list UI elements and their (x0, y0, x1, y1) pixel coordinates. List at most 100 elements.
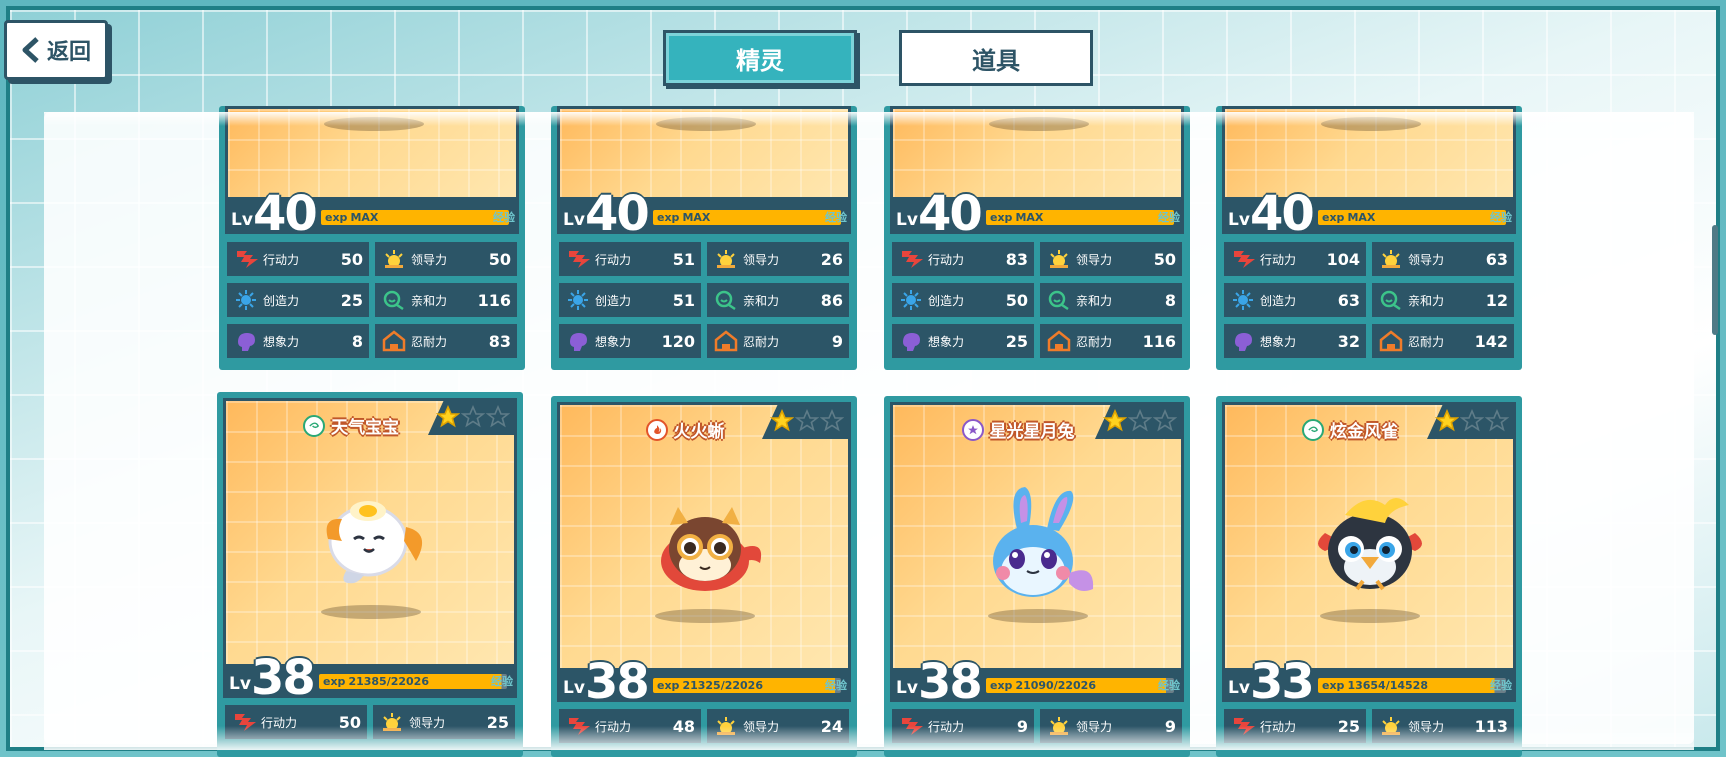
exp-tag: 经验 (825, 679, 847, 692)
leadership-stat-value: 63 (1485, 249, 1508, 269)
tab-items[interactable]: 道具 (899, 30, 1093, 86)
affinity-stat-value: 86 (820, 290, 843, 310)
affinity-stat: 亲和力 86 (707, 283, 849, 317)
exp-prefix: exp (990, 211, 1013, 224)
creature-card[interactable]: 炫金风雀Lv33exp13654/14528经验行动力25领导力113 (1216, 396, 1522, 757)
speed-icon (565, 248, 591, 270)
leadership-stat-label: 领导力 (1408, 252, 1445, 267)
creature-card[interactable]: 火火蜥Lv38exp21325/22026经验行动力48领导力24 (551, 396, 857, 757)
exp-value: MAX (1015, 211, 1044, 224)
imagination-stat-label: 想象力 (928, 334, 965, 349)
level-prefix: Lv (896, 678, 918, 698)
exp-bar: exp MAX (653, 210, 841, 225)
action-stat-label: 行动力 (263, 252, 300, 267)
sun-icon (1378, 248, 1404, 270)
action-stat-value: 50 (340, 249, 363, 269)
creature-card[interactable]: 天气宝宝 Lv 38 exp 21385/22026 经验 行动力 50 领导力 25 (217, 392, 523, 757)
level-prefix: Lv (896, 210, 918, 230)
star-rabbit-sprite (973, 479, 1103, 613)
action-stat-value: 83 (1005, 249, 1028, 269)
tab-spirits[interactable]: 精灵 (663, 30, 857, 86)
exp-prefix: exp (323, 675, 346, 688)
leadership-stat-value: 26 (820, 249, 843, 269)
imagination-stat: 想象力 25 (892, 324, 1034, 358)
exp-value: 21325/22026 (682, 679, 763, 692)
endurance-stat-label: 忍耐力 (411, 334, 448, 349)
imagination-stat: 想象力 8 (227, 324, 369, 358)
imagination-stat-value: 25 (1005, 331, 1028, 351)
leadership-stat: 领导力 26 (707, 242, 849, 276)
endurance-stat-value: 9 (831, 331, 843, 351)
stat-grid: 行动力 83 领导力 50 创造力 50 亲和力 8 想象力 25 忍耐力 116 (892, 242, 1182, 358)
affinity-stat: 亲和力 12 (1372, 283, 1514, 317)
creativity-stat-label: 创造力 (595, 293, 632, 308)
star-empty-icon (819, 408, 845, 437)
back-button[interactable]: 返回 (4, 20, 108, 80)
creativity-stat-value: 25 (340, 290, 363, 310)
creativity-stat-value: 50 (1005, 290, 1028, 310)
affinity-stat-label: 亲和力 (1408, 293, 1445, 308)
endurance-stat-value: 142 (1474, 331, 1508, 351)
brain-icon (1230, 330, 1256, 352)
endurance-stat-value: 83 (488, 331, 511, 351)
exp-value: MAX (350, 211, 379, 224)
star-element-icon (961, 418, 984, 441)
creature-card[interactable]: 星光星月兔Lv38exp21090/22026经验行动力9领导力9 (884, 396, 1190, 757)
level-prefix: Lv (231, 210, 253, 230)
exp-tag: 经验 (825, 211, 847, 224)
level-number: 38 (251, 650, 316, 706)
star-filled-icon (1102, 408, 1128, 437)
shield-icon (381, 330, 407, 352)
imagination-stat-value: 8 (351, 331, 363, 351)
creature-card[interactable]: Lv 40 exp MAX 经验 行动力 83 领导力 50 创造力 50 亲和力 8 想象力 25 忍耐力 1… (884, 106, 1190, 370)
level-bar: Lv 40 exp MAX 经验 (890, 190, 1184, 238)
creature-card[interactable]: Lv 40 exp MAX 经验 行动力 50 领导力 50 创造力 25 亲和力 116 想象力 8 忍耐力… (219, 106, 525, 370)
imagination-stat-value: 120 (661, 331, 695, 351)
star-empty-icon (794, 408, 820, 437)
gold-finch-sprite (1305, 479, 1435, 613)
tab-spirits-label: 精灵 (736, 46, 784, 75)
exp-tag: 经验 (1158, 211, 1180, 224)
creature-name: 星光星月兔 (989, 422, 1075, 442)
fire-lizard-sprite (640, 479, 770, 613)
action-stat-label: 行动力 (595, 252, 632, 267)
brain-icon (898, 330, 924, 352)
exp-value: 21090/22026 (1015, 679, 1096, 692)
exp-value: 21385/22026 (348, 675, 429, 688)
star-rating (769, 408, 845, 437)
affinity-stat-value: 116 (477, 290, 511, 310)
exp-tag: 经验 (491, 675, 513, 688)
back-label: 返回 (46, 40, 91, 65)
endurance-stat: 忍耐力 116 (1040, 324, 1182, 358)
action-stat-value: 104 (1326, 249, 1360, 269)
endurance-stat: 忍耐力 83 (375, 324, 517, 358)
exp-value: MAX (682, 211, 711, 224)
star-rating (1102, 408, 1178, 437)
creativity-stat-label: 创造力 (928, 293, 965, 308)
creativity-stat-value: 51 (672, 290, 695, 310)
creature-card[interactable]: Lv 40 exp MAX 经验 行动力 51 领导力 26 创造力 51 亲和力 86 想象力 120 忍耐… (551, 106, 857, 370)
level-number: 40 (585, 186, 650, 242)
creature-art: 天气宝宝 (223, 398, 517, 674)
leadership-stat-label: 领导力 (1076, 252, 1113, 267)
leadership-stat: 领导力 50 (1040, 242, 1182, 276)
exp-bar: exp MAX (986, 210, 1174, 225)
exp-prefix: exp (1322, 211, 1345, 224)
level-prefix: Lv (229, 674, 251, 694)
star-empty-icon (460, 404, 486, 433)
action-stat: 行动力 104 (1224, 242, 1366, 276)
level-bar: Lv 40 exp MAX 经验 (1222, 190, 1516, 238)
list-bottom-fade (44, 726, 1694, 750)
affinity-stat-label: 亲和力 (743, 293, 780, 308)
level-number: 40 (253, 186, 318, 242)
scrollbar-thumb[interactable] (1712, 225, 1718, 335)
exp-tag: 经验 (1158, 679, 1180, 692)
star-filled-icon (1434, 408, 1460, 437)
speed-icon (233, 248, 259, 270)
star-empty-icon (1459, 408, 1485, 437)
shield-icon (713, 330, 739, 352)
exp-bar: exp 21090/22026 (986, 678, 1174, 693)
creature-card[interactable]: Lv 40 exp MAX 经验 行动力 104 领导力 63 创造力 63 亲和力 12 想象力 32 忍耐… (1216, 106, 1522, 370)
stat-grid: 行动力 104 领导力 63 创造力 63 亲和力 12 想象力 32 忍耐力 142 (1224, 242, 1514, 358)
creature-art: 星光星月兔 (890, 402, 1184, 678)
